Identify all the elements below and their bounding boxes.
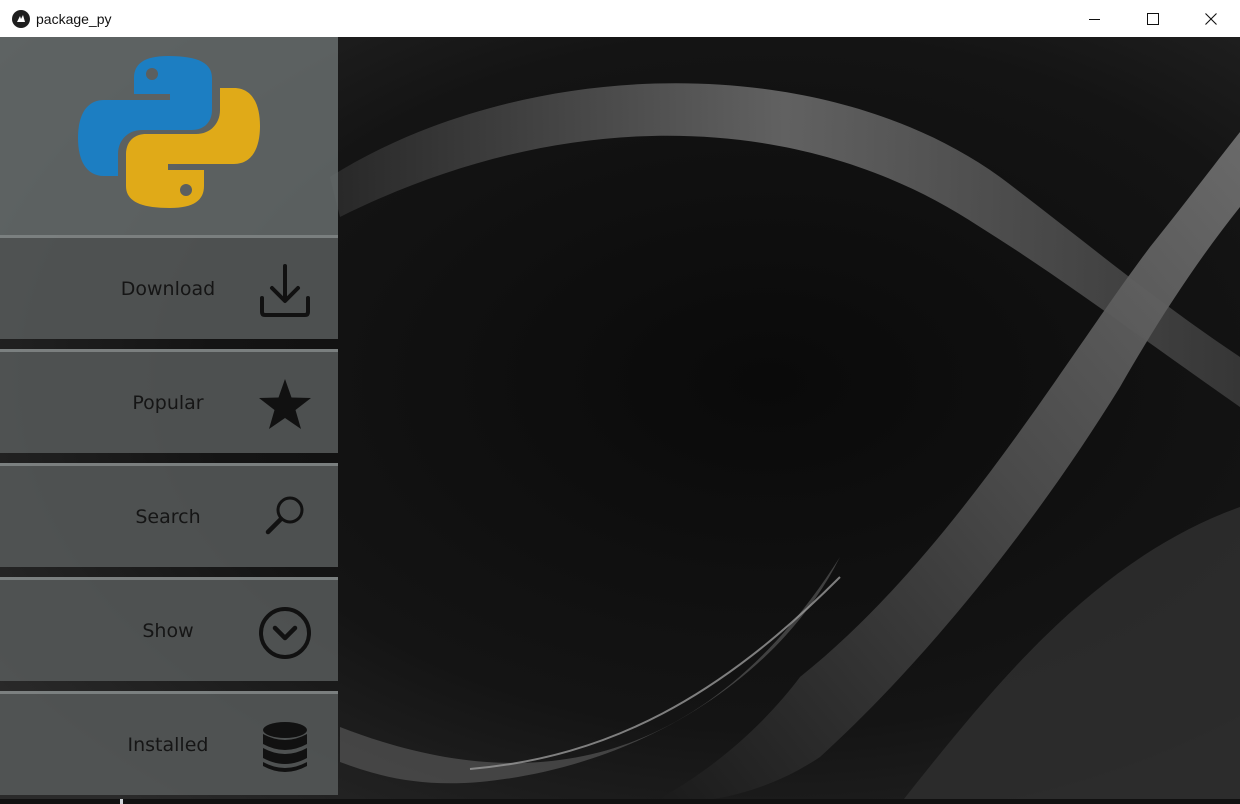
window-controls <box>1066 0 1240 37</box>
popular-button[interactable]: Popular <box>0 349 338 453</box>
minimize-icon <box>1089 18 1100 20</box>
bottom-mark <box>120 799 123 804</box>
database-icon <box>263 722 307 772</box>
sidebar: Download Popular Search Show Installed <box>0 37 338 799</box>
title-bar[interactable]: package_py <box>0 0 1240 37</box>
kivy-icon <box>12 9 30 28</box>
bottom-strip <box>0 799 1240 804</box>
chevron-down-circle-icon <box>259 607 311 659</box>
minimize-button[interactable] <box>1066 0 1124 37</box>
window-title: package_py <box>36 10 112 27</box>
logo-panel <box>0 37 338 235</box>
download-icon <box>260 264 310 317</box>
close-icon <box>1205 12 1217 25</box>
maximize-button[interactable] <box>1124 0 1182 37</box>
search-icon <box>265 496 304 535</box>
star-icon <box>259 379 311 429</box>
close-button[interactable] <box>1182 0 1240 37</box>
search-button[interactable]: Search <box>0 463 338 567</box>
download-button[interactable]: Download <box>0 235 338 339</box>
python-logo <box>76 54 262 210</box>
app-window: package_py Download Popular Search Show … <box>0 0 1240 804</box>
maximize-icon <box>1147 12 1159 25</box>
show-button[interactable]: Show <box>0 577 338 681</box>
installed-button[interactable]: Installed <box>0 691 338 795</box>
